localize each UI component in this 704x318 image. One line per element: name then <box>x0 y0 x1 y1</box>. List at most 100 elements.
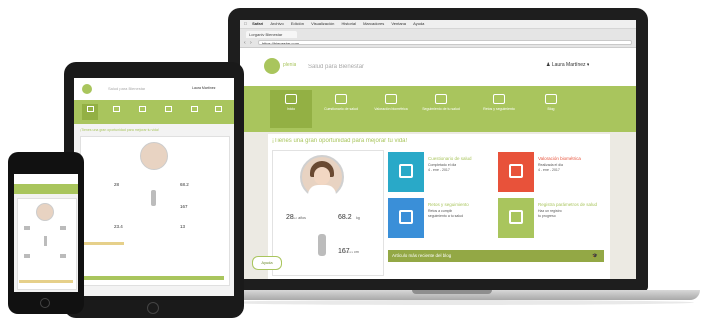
tablet-heading: ¡Tienes una gran oportunidad para mejora… <box>80 128 159 132</box>
imc-value: 23.4 <box>114 224 123 229</box>
progress-bar <box>19 280 73 283</box>
blog-bar[interactable]: Artículo más reciente del blog 🎓 <box>388 250 604 262</box>
heart-icon <box>138 106 146 112</box>
progress-bar <box>84 242 124 245</box>
chart-icon <box>509 210 523 224</box>
user-icon <box>399 210 413 224</box>
tablet-title: Salud para Bienestar <box>108 86 146 91</box>
graduation-cap-icon: 🎓 <box>592 253 598 258</box>
logo-icon[interactable] <box>264 58 280 74</box>
tablet-nav-blog[interactable] <box>210 104 226 120</box>
body-figure-icon <box>151 190 156 206</box>
check-icon <box>112 106 120 112</box>
weight-stat: 68.2 kg <box>338 206 360 224</box>
weight-value: 68.2 <box>180 182 189 187</box>
stat-marker <box>60 254 66 258</box>
nav-label: Valoración biométrica <box>374 107 408 111</box>
logo-text: plenia <box>283 62 297 68</box>
avatar[interactable] <box>36 203 54 221</box>
laptop-shadow <box>214 300 694 305</box>
tile-title: Cuestionario de salud <box>428 156 472 161</box>
height-unit: cm <box>354 250 359 254</box>
chart-icon <box>435 94 447 104</box>
tile-cuestionario[interactable]: Cuestionario de salud Completado el dia … <box>388 152 496 192</box>
user-icon <box>190 106 198 112</box>
home-icon <box>285 94 297 104</box>
nav-item-valoracion[interactable]: Valoración biométrica <box>370 90 412 128</box>
tablet-nav-cuestionario[interactable] <box>108 104 124 120</box>
tablet-home-button[interactable] <box>147 302 159 314</box>
stat-marker <box>24 254 30 258</box>
tile-title: Registra parámetros de salud <box>538 202 598 207</box>
menu-item[interactable]: Edición <box>291 21 304 26</box>
height-value: 167 <box>180 204 188 209</box>
phone-home-button[interactable] <box>40 298 50 308</box>
menu-item[interactable]: Ayuda <box>413 21 424 26</box>
blog-icon <box>545 94 557 104</box>
menu-item[interactable]: Archivo <box>270 21 283 26</box>
heart-pulse-icon <box>509 164 523 178</box>
heart-icon <box>385 94 397 104</box>
tile-title: Retos y seguimiento <box>428 202 469 207</box>
phone-nav[interactable] <box>14 184 78 194</box>
stat-marker <box>60 226 66 230</box>
weight-caption: Peso <box>344 216 351 220</box>
age-caption: Edad <box>290 216 298 220</box>
body-figure-icon <box>318 234 326 256</box>
nav-item-retos[interactable]: Retos y seguimiento <box>478 90 520 128</box>
extra-value: 13 <box>180 224 186 229</box>
back-icon[interactable]: ‹ <box>244 40 246 46</box>
tablet-nav-home[interactable] <box>82 104 98 120</box>
nav-item-seguimiento[interactable]: Seguimiento de tu salud <box>420 90 462 128</box>
nav-label: Retos y seguimiento <box>483 107 515 111</box>
blog-bar-label: Artículo más reciente del blog <box>392 253 452 258</box>
tablet-nav-valoracion[interactable] <box>134 104 150 120</box>
help-button[interactable]: Ayuda <box>252 256 282 270</box>
nav-label: Inicio <box>286 107 296 111</box>
user-icon <box>493 94 505 104</box>
menu-item[interactable]: Ventana <box>391 21 406 26</box>
address-bar[interactable]: https://bienestar.com <box>258 40 632 45</box>
check-icon <box>399 164 413 178</box>
tile-retos[interactable]: Retos y seguimiento Retos a cumplir segu… <box>388 198 496 238</box>
tile-valoracion[interactable]: Valoración biométrica Realizada el dia 4… <box>498 152 606 192</box>
tile-parametros[interactable]: Registra parámetros de salud Haz un regi… <box>498 198 606 238</box>
nav-label: Blog <box>547 107 555 111</box>
browser-tab[interactable]: Lorganiv Bienestar <box>246 31 297 38</box>
nav-label: Cuestionario de salud <box>324 107 358 111</box>
blog-icon <box>214 106 222 112</box>
body-figure-icon <box>44 236 47 246</box>
tablet-nav-retos[interactable] <box>186 104 202 120</box>
avatar[interactable] <box>300 155 344 199</box>
user-icon: ♟ <box>546 62 551 68</box>
dashboard-heading: ¡Tienes una gran oportunidad para mejora… <box>272 138 408 144</box>
browser-toolbar: Lorganiv Bienestar ‹ › https://bienestar… <box>240 29 636 48</box>
phone-screen: plenia <box>14 174 78 292</box>
height-caption: Estatura <box>342 250 354 254</box>
nav-item-blog[interactable]: Blog <box>530 90 572 128</box>
weight-unit: kg <box>356 216 360 220</box>
tablet-bottom-bar[interactable] <box>84 276 224 280</box>
nav-item-cuestionario[interactable]: Cuestionario de salud <box>320 90 362 128</box>
mac-menubar:  Safari Archivo Edición Visualización H… <box>240 20 636 29</box>
tile-date: 4 - ene - 2017 <box>428 168 450 172</box>
check-icon <box>335 94 347 104</box>
phone-header: plenia <box>14 174 78 184</box>
page-title: Salud para Bienestar <box>308 64 365 70</box>
user-menu[interactable]: ♟ Laura Martínez ▾ <box>546 62 589 68</box>
tablet-user-menu[interactable]: Laura Martínez <box>192 86 216 90</box>
nav-label: Seguimiento de tu salud <box>422 107 460 111</box>
age-stat: 28 años <box>286 206 306 224</box>
menu-item[interactable]: Historial <box>342 21 356 26</box>
avatar[interactable] <box>140 142 168 170</box>
tablet-nav-seguimiento[interactable] <box>160 104 176 120</box>
logo-icon[interactable] <box>82 84 92 94</box>
laptop-notch <box>412 290 492 294</box>
menu-item[interactable]: Safari <box>252 21 263 26</box>
apple-icon[interactable]:  <box>244 21 247 26</box>
laptop-screen:  Safari Archivo Edición Visualización H… <box>240 20 636 279</box>
nav-item-inicio[interactable]: Inicio <box>270 90 312 128</box>
menu-item[interactable]: Marcadores <box>363 21 384 26</box>
forward-icon[interactable]: › <box>250 40 252 46</box>
menu-item[interactable]: Visualización <box>311 21 334 26</box>
